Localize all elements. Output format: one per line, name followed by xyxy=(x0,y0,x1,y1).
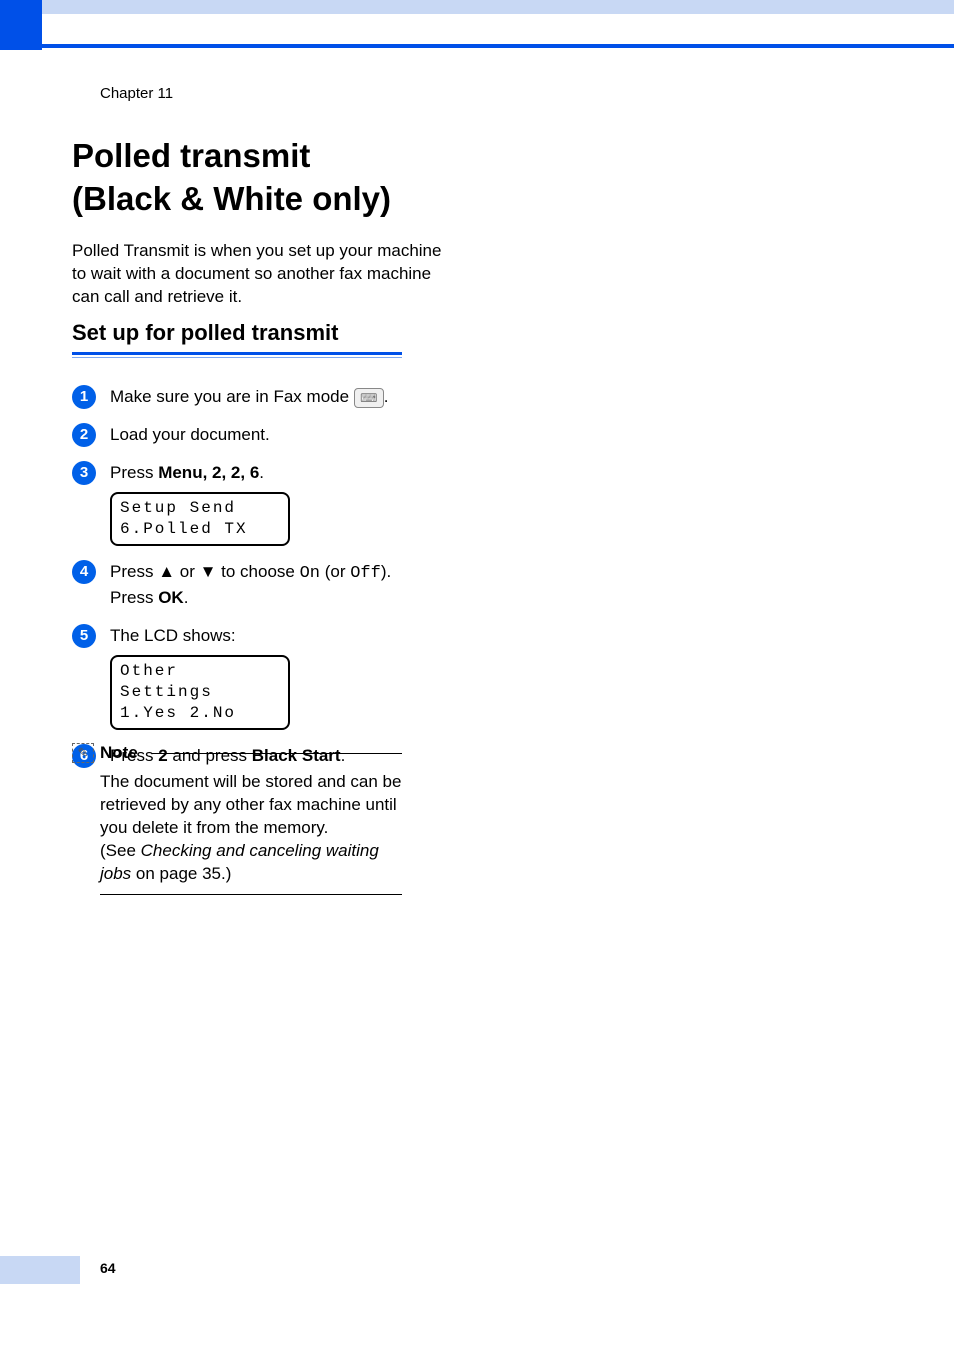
step-3: 3 Press Menu, 2, 2, 6. Setup Send 6.Poll… xyxy=(72,461,412,546)
down-arrow-icon: ▼ xyxy=(200,562,217,581)
period: . xyxy=(384,387,389,406)
paren-close: ). xyxy=(381,562,391,581)
subsection-rule-light xyxy=(72,357,402,358)
step-number: 2 xyxy=(72,423,96,447)
step-text: Load your document. xyxy=(110,425,270,444)
press-label: Press xyxy=(110,562,158,581)
paren-open: (or xyxy=(320,562,350,581)
fax-mode-icon: ⌨ xyxy=(354,388,384,408)
subsection-header: Set up for polled transmit xyxy=(72,320,402,358)
subsection-rule-dark xyxy=(72,352,402,355)
or-label: or xyxy=(175,562,200,581)
lcd-line-1: Setup Send xyxy=(120,498,280,519)
step-1: 1 Make sure you are in Fax mode ⌨. xyxy=(72,385,412,409)
step-text: The LCD shows: xyxy=(110,626,236,645)
title-line-1: Polled transmit xyxy=(72,137,310,174)
press-label: Press xyxy=(110,463,158,482)
step-number: 5 xyxy=(72,624,96,648)
note-body: The document will be stored and can be r… xyxy=(72,763,402,894)
header-rule xyxy=(42,44,954,48)
note-rule-bottom xyxy=(100,894,402,895)
lcd-line-2: 1.Yes 2.No xyxy=(120,703,280,724)
subsection-title: Set up for polled transmit xyxy=(72,320,402,346)
note-text: The document will be stored and can be r… xyxy=(100,772,401,837)
lcd-line-2: 6.Polled TX xyxy=(120,519,280,540)
footer-tab xyxy=(0,1256,80,1284)
intro-paragraph: Polled Transmit is when you set up your … xyxy=(72,240,452,309)
ok-key: OK xyxy=(158,588,184,607)
step-5: 5 The LCD shows: Other Settings 1.Yes 2.… xyxy=(72,624,412,730)
on-value: On xyxy=(300,564,320,583)
period: . xyxy=(184,588,189,607)
see-label: (See xyxy=(100,841,141,860)
page-number: 64 xyxy=(100,1260,116,1276)
page-ref: on page 35.) xyxy=(131,864,231,883)
page-title: Polled transmit (Black & White only) xyxy=(72,135,492,221)
choose-label: to choose xyxy=(216,562,299,581)
step-number: 1 xyxy=(72,385,96,409)
note-label: Note xyxy=(100,743,138,763)
note-block: ✎ Note The document will be stored and c… xyxy=(72,743,402,895)
step-text: Make sure you are in Fax mode xyxy=(110,387,354,406)
lcd-display: Other Settings 1.Yes 2.No xyxy=(110,655,290,729)
period: . xyxy=(259,463,264,482)
key-sequence: , 2, 2, 6 xyxy=(203,463,260,482)
chapter-label: Chapter 11 xyxy=(100,85,173,102)
side-tab xyxy=(0,0,42,50)
steps-list: 1 Make sure you are in Fax mode ⌨. 2 Loa… xyxy=(72,385,412,782)
note-icon: ✎ xyxy=(72,743,94,763)
lcd-line-1: Other Settings xyxy=(120,661,280,703)
step-4: 4 Press ▲ or ▼ to choose On (or Off). Pr… xyxy=(72,560,412,610)
title-line-2: (Black & White only) xyxy=(72,180,391,217)
note-rule-top xyxy=(152,753,402,754)
lcd-display: Setup Send 6.Polled TX xyxy=(110,492,290,546)
off-value: Off xyxy=(350,564,381,583)
note-header: ✎ Note xyxy=(72,743,402,763)
step-number: 3 xyxy=(72,461,96,485)
step-number: 4 xyxy=(72,560,96,584)
press-label-2: Press xyxy=(110,588,158,607)
step-2: 2 Load your document. xyxy=(72,423,412,447)
top-banner xyxy=(0,0,954,14)
menu-key: Menu xyxy=(158,463,202,482)
up-arrow-icon: ▲ xyxy=(158,562,175,581)
